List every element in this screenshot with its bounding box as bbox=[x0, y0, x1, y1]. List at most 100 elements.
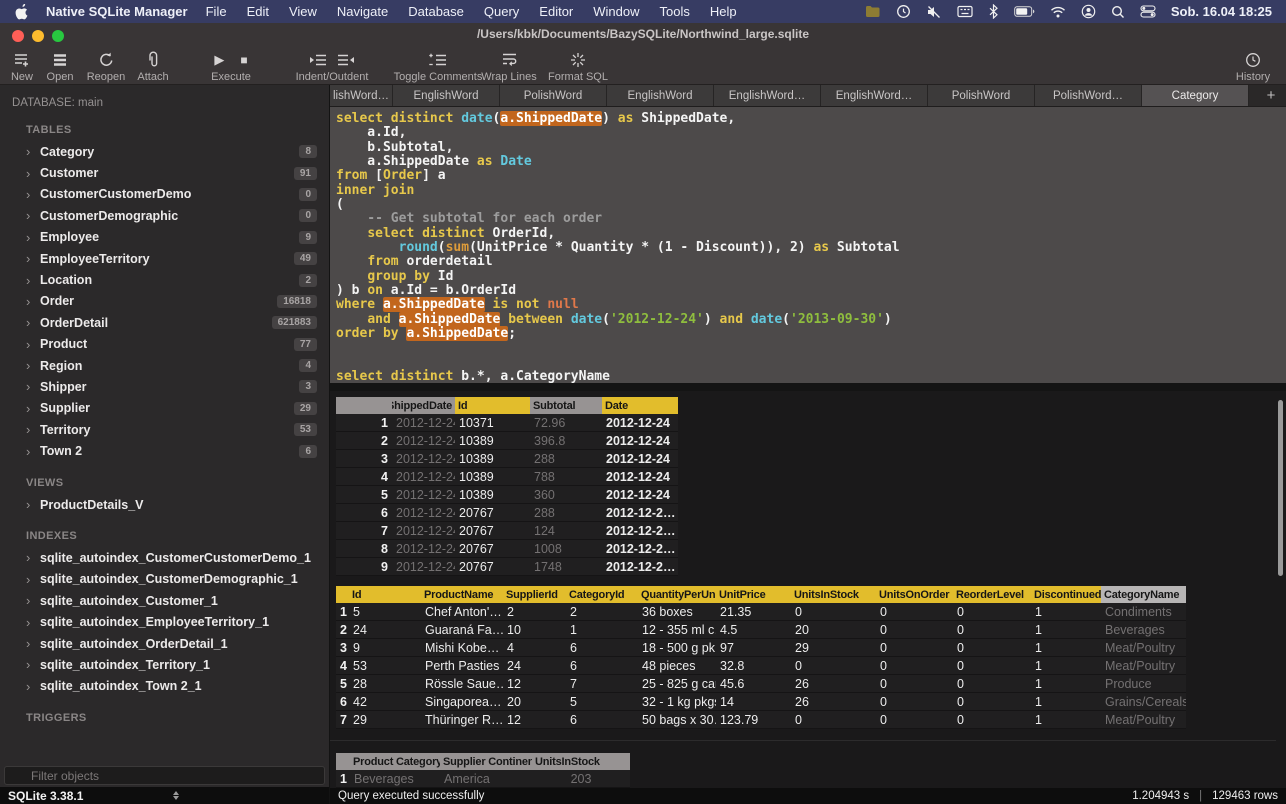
user-account-icon[interactable] bbox=[1081, 4, 1096, 19]
index-item[interactable]: ›sqlite_autoindex_CustomerCustomerDemo_1 bbox=[0, 547, 329, 568]
wifi-icon[interactable] bbox=[1050, 6, 1066, 18]
input-source-icon[interactable] bbox=[957, 5, 973, 18]
filter-objects-input[interactable] bbox=[4, 766, 325, 785]
sql-editor[interactable]: select distinct date(a.ShippedDate) as S… bbox=[330, 107, 1286, 383]
new-button[interactable]: New bbox=[4, 49, 40, 83]
menu-item-window[interactable]: Window bbox=[583, 4, 649, 19]
reopen-button[interactable]: Reopen bbox=[82, 49, 130, 83]
editor-tab[interactable]: Category bbox=[1142, 85, 1249, 106]
column-header-product-category[interactable]: Product Category bbox=[350, 753, 440, 770]
column-header-date[interactable]: Date bbox=[602, 397, 678, 414]
column-header-id[interactable]: Id bbox=[455, 397, 530, 414]
play-icon[interactable]: ▶ bbox=[214, 52, 224, 68]
menu-item-query[interactable]: Query bbox=[474, 4, 529, 19]
index-item[interactable]: ›sqlite_autoindex_Territory_1 bbox=[0, 654, 329, 675]
table-item[interactable]: ›Employee9 bbox=[0, 227, 329, 248]
index-item[interactable]: ›sqlite_autoindex_OrderDetail_1 bbox=[0, 633, 329, 654]
menu-bar-clock[interactable]: Sob. 16.04 18:25 bbox=[1171, 4, 1272, 19]
spotlight-search-icon[interactable] bbox=[1111, 5, 1125, 19]
table-row[interactable]: 32012-12-24103892882012-12-24 bbox=[336, 450, 678, 468]
column-header-unitprice[interactable]: UnitPrice bbox=[716, 586, 791, 603]
app-menu-title[interactable]: Native SQLite Manager bbox=[46, 4, 188, 19]
open-button[interactable]: Open bbox=[42, 49, 78, 83]
table-item[interactable]: ›Category8 bbox=[0, 141, 329, 162]
table-row[interactable]: 82012-12-242076710082012-12-2… bbox=[336, 540, 678, 558]
table-row[interactable]: 224Guaraná Fa…10112 - 355 ml c…4.520001B… bbox=[336, 621, 1186, 639]
new-tab-button[interactable]: + bbox=[1256, 85, 1286, 106]
apple-menu-icon[interactable] bbox=[14, 4, 40, 20]
table-row[interactable]: 453Perth Pasties24648 pieces32.80001Meat… bbox=[336, 657, 1186, 675]
table-row[interactable]: 72012-12-24207671242012-12-2… bbox=[336, 522, 678, 540]
table-item[interactable]: ›Town 26 bbox=[0, 440, 329, 461]
table-row[interactable]: 92012-12-242076717482012-12-2… bbox=[336, 558, 678, 576]
table-row[interactable]: 52012-12-24103893602012-12-24 bbox=[336, 486, 678, 504]
menu-item-tools[interactable]: Tools bbox=[650, 4, 700, 19]
history-button[interactable]: History bbox=[1226, 49, 1280, 83]
table-item[interactable]: ›Territory53 bbox=[0, 419, 329, 440]
folder-icon[interactable] bbox=[865, 5, 881, 18]
volume-muted-icon[interactable] bbox=[926, 5, 942, 19]
table-item[interactable]: ›Product77 bbox=[0, 334, 329, 355]
editor-tab[interactable]: lishWord… bbox=[330, 85, 393, 106]
index-item[interactable]: ›sqlite_autoindex_Customer_1 bbox=[0, 590, 329, 611]
table-item[interactable]: ›CustomerDemographic0 bbox=[0, 205, 329, 226]
time-machine-icon[interactable] bbox=[896, 4, 911, 19]
column-header-rownum[interactable] bbox=[336, 586, 349, 603]
column-header-discontinued[interactable]: Discontinued bbox=[1031, 586, 1101, 603]
results-vertical-scrollbar[interactable] bbox=[1278, 400, 1283, 576]
version-stepper[interactable] bbox=[173, 791, 179, 800]
table-row[interactable]: 642Singaporea…20532 - 1 kg pkgs.1426001G… bbox=[336, 693, 1186, 711]
column-header-unitsinstock[interactable]: UnitsInStock bbox=[791, 586, 876, 603]
column-header-reorderlevel[interactable]: ReorderLevel bbox=[953, 586, 1031, 603]
battery-icon[interactable] bbox=[1014, 6, 1035, 17]
indent-outdent-button[interactable]: Indent/Outdent bbox=[284, 49, 380, 83]
table-item[interactable]: ›Region4 bbox=[0, 355, 329, 376]
bluetooth-icon[interactable] bbox=[988, 4, 999, 19]
editor-tab[interactable]: EnglishWord bbox=[607, 85, 714, 106]
menu-item-file[interactable]: File bbox=[196, 4, 237, 19]
table-item[interactable]: ›Customer91 bbox=[0, 162, 329, 183]
column-header-supplier-continent[interactable]: Supplier Continent bbox=[440, 753, 532, 770]
control-center-icon[interactable] bbox=[1140, 5, 1156, 18]
table-row[interactable]: 42012-12-24103897882012-12-24 bbox=[336, 468, 678, 486]
menu-item-editor[interactable]: Editor bbox=[529, 4, 583, 19]
index-item[interactable]: ›sqlite_autoindex_Town 2_1 bbox=[0, 676, 329, 697]
editor-tab[interactable]: EnglishWord… bbox=[821, 85, 928, 106]
menu-item-help[interactable]: Help bbox=[700, 4, 747, 19]
menu-item-database[interactable]: Database bbox=[398, 4, 474, 19]
wrap-lines-button[interactable]: Wrap Lines bbox=[478, 49, 540, 83]
table-row[interactable]: 729Thüringer R…12650 bags x 30…123.79000… bbox=[336, 711, 1186, 729]
column-header-categoryid[interactable]: CategoryId bbox=[566, 586, 638, 603]
table-item[interactable]: ›CustomerCustomerDemo0 bbox=[0, 184, 329, 205]
attach-button[interactable]: Attach bbox=[130, 49, 176, 83]
column-header-shippeddate[interactable]: ShippedDate bbox=[392, 397, 455, 414]
column-header-quantityperunit[interactable]: QuantityPerUnit bbox=[638, 586, 716, 603]
editor-tab[interactable]: EnglishWord… bbox=[714, 85, 821, 106]
index-item[interactable]: ›sqlite_autoindex_CustomerDemographic_1 bbox=[0, 569, 329, 590]
column-header-id[interactable]: Id bbox=[349, 586, 421, 603]
table-row[interactable]: 1BeveragesAmerica203 bbox=[336, 770, 630, 788]
menu-item-view[interactable]: View bbox=[279, 4, 327, 19]
table-item[interactable]: ›Supplier29 bbox=[0, 398, 329, 419]
menu-item-edit[interactable]: Edit bbox=[237, 4, 279, 19]
table-item[interactable]: ›OrderDetail621883 bbox=[0, 312, 329, 333]
column-header-subtotal[interactable]: Subtotal bbox=[530, 397, 602, 414]
table-row[interactable]: 15Chef Anton'…2236 boxes21.350001Condime… bbox=[336, 603, 1186, 621]
editor-results-splitter[interactable] bbox=[330, 383, 1286, 391]
index-item[interactable]: ›sqlite_autoindex_EmployeeTerritory_1 bbox=[0, 611, 329, 632]
column-header-categoryname[interactable]: CategoryName bbox=[1101, 586, 1186, 603]
table-row[interactable]: 22012-12-2410389396.82012-12-24 bbox=[336, 432, 678, 450]
column-header-productname[interactable]: ProductName bbox=[421, 586, 503, 603]
table-item[interactable]: ›Shipper3 bbox=[0, 376, 329, 397]
column-header-rownum[interactable] bbox=[336, 397, 392, 414]
editor-tab[interactable]: PolishWord… bbox=[1035, 85, 1142, 106]
column-header-supplierid[interactable]: SupplierId bbox=[503, 586, 566, 603]
table-item[interactable]: ›Location2 bbox=[0, 269, 329, 290]
editor-tab[interactable]: PolishWord bbox=[928, 85, 1035, 106]
stop-icon[interactable]: ■ bbox=[240, 53, 247, 67]
column-header-unitsonorder[interactable]: UnitsOnOrder bbox=[876, 586, 953, 603]
editor-tab[interactable]: PolishWord bbox=[500, 85, 607, 106]
table-row[interactable]: 528Rössle Saue…12725 - 825 g cans45.6260… bbox=[336, 675, 1186, 693]
table-row[interactable]: 12012-12-241037172.962012-12-24 bbox=[336, 414, 678, 432]
editor-tab[interactable]: EnglishWord bbox=[393, 85, 500, 106]
